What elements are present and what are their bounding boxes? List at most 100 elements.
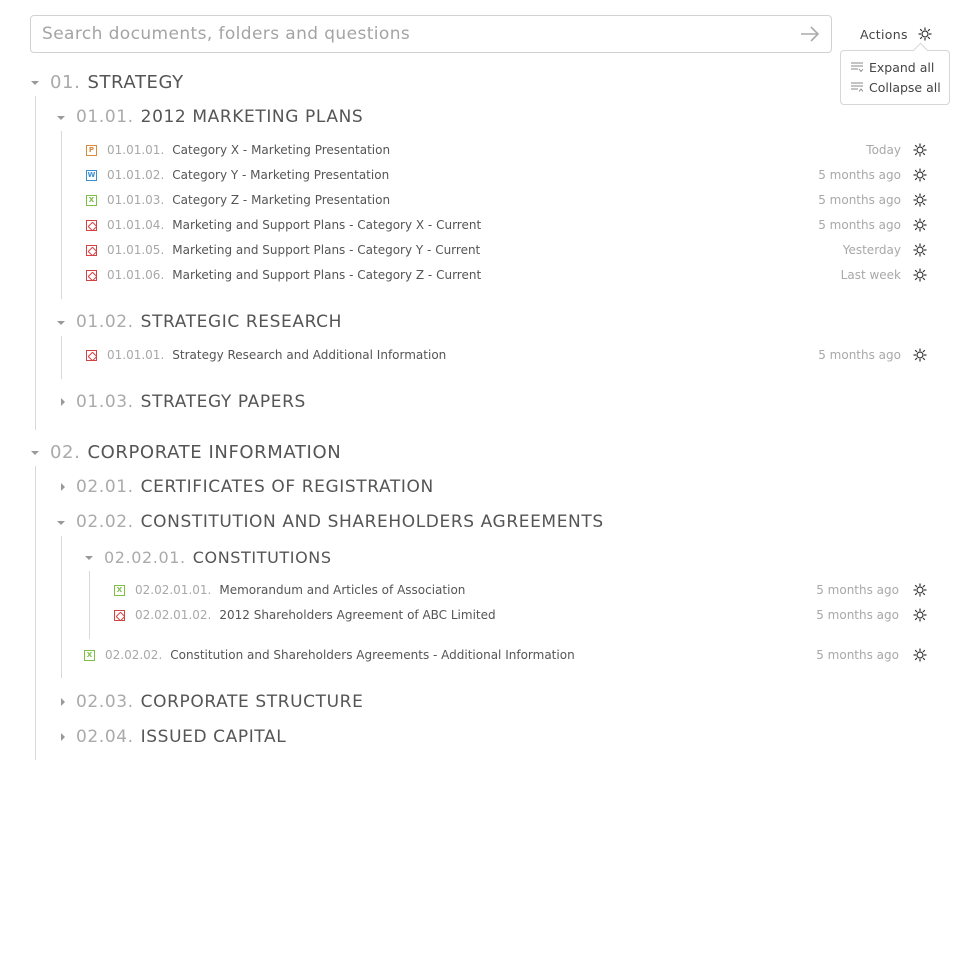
gear-icon[interactable] [913,648,927,662]
folder-number: 02.02.01. [104,548,186,567]
gear-icon[interactable] [913,348,927,362]
collapse-all-item[interactable]: Collapse all [851,78,941,96]
arrow-right-icon[interactable] [799,24,821,44]
document-date: Last week [840,268,901,282]
document-number: 01.01.02. [107,168,165,182]
toggle-expand-icon[interactable] [59,698,67,706]
tree-guide-0202 [61,536,62,678]
document-title: Memorandum and Articles of Association [219,583,466,597]
document-row[interactable]: 01.01.05. Marketing and Support Plans - C… [86,241,480,259]
toggle-collapse-icon[interactable] [31,449,39,457]
document-title: Constitution and Shareholders Agreements… [170,648,575,662]
document-date: Today [866,143,901,157]
folder-title: CORPORATE INFORMATION [87,442,342,463]
document-date: 5 months ago [816,583,899,597]
word-icon: W [86,169,97,181]
gear-icon[interactable] [913,243,927,257]
toggle-expand-icon[interactable] [59,733,67,741]
gear-icon[interactable] [913,193,927,207]
gear-icon[interactable] [913,608,927,622]
folder-title: 2012 MARKETING PLANS [140,107,364,127]
folder-heading[interactable]: 01.01. 2012 MARKETING PLANS [76,107,363,131]
folder-heading[interactable]: 02.02. CONSTITUTION AND SHAREHOLDERS AGR… [76,512,604,536]
tree-guide-02 [35,466,36,760]
document-row[interactable]: P 01.01.01. Category X - Marketing Present… [86,141,390,159]
gear-icon[interactable] [913,218,927,232]
expand-all-item[interactable]: Expand all [851,58,934,76]
gear-icon[interactable] [913,168,927,182]
folder-number: 01.03. [76,392,134,412]
excel-icon: X [114,584,125,596]
document-title: Marketing and Support Plans - Category Y… [172,243,481,257]
toggle-expand-icon[interactable] [59,483,67,491]
document-title: Strategy Research and Additional Informa… [172,348,447,362]
folder-title: CERTIFICATES OF REGISTRATION [140,477,434,497]
actions-button[interactable]: Actions [860,24,932,44]
folder-title: STRATEGY [87,72,184,93]
folder-heading[interactable]: 02.03. CORPORATE STRUCTURE [76,692,363,716]
document-date: 5 months ago [818,218,901,232]
folder-heading[interactable]: 01.02. STRATEGIC RESEARCH [76,312,342,336]
document-number: 01.01.01. [107,348,165,362]
document-row[interactable]: X 02.02.02. Constitution and Shareholders … [84,646,575,664]
gear-icon[interactable] [913,268,927,282]
toggle-collapse-icon[interactable] [57,114,65,122]
folder-title: CORPORATE STRUCTURE [140,692,364,712]
document-date: Yesterday [842,243,901,257]
toggle-collapse-icon[interactable] [31,79,39,87]
pdf-icon [86,269,97,281]
search-input[interactable] [42,16,782,52]
document-title: Category Y - Marketing Presentation [172,168,390,182]
folder-heading[interactable]: 02.04. ISSUED CAPITAL [76,727,286,751]
pdf-icon [86,349,97,361]
folder-number: 01.01. [76,107,134,127]
document-row[interactable]: X 01.01.03. Category Z - Marketing Present… [86,191,390,209]
folder-title: CONSTITUTION AND SHAREHOLDERS AGREEMENTS [140,512,604,532]
toggle-collapse-icon[interactable] [85,554,93,562]
collapse-all-label: Collapse all [869,79,941,95]
folder-heading[interactable]: 02.02.01. CONSTITUTIONS [104,548,332,570]
document-date: 5 months ago [818,348,901,362]
tree-guide-0102 [61,336,62,379]
pdf-icon [114,609,125,621]
document-number: 02.02.01.02. [135,608,212,622]
toggle-expand-icon[interactable] [59,398,67,406]
folder-title: STRATEGIC RESEARCH [140,312,342,332]
document-row[interactable]: 01.01.04. Marketing and Support Plans - C… [86,216,481,234]
document-date: 5 months ago [816,608,899,622]
folder-heading[interactable]: 01.03. STRATEGY PAPERS [76,392,306,416]
document-row[interactable]: X 02.02.01.01. Memorandum and Articles of … [114,581,465,599]
toggle-collapse-icon[interactable] [57,319,65,327]
expand-all-label: Expand all [869,59,935,75]
excel-icon: X [84,649,95,661]
folder-number: 02. [50,442,81,463]
folder-number: 02.04. [76,727,134,747]
toggle-collapse-icon[interactable] [57,519,65,527]
excel-icon: X [86,194,97,206]
document-title: Category X - Marketing Presentation [172,143,391,157]
gear-icon[interactable] [913,583,927,597]
document-row[interactable]: 02.02.01.02. 2012 Shareholders Agreement … [114,606,496,624]
document-date: 5 months ago [818,193,901,207]
folder-heading[interactable]: 02.01. CERTIFICATES OF REGISTRATION [76,477,434,501]
gear-icon[interactable] [913,143,927,157]
folder-number: 01.02. [76,312,134,332]
document-date: 5 months ago [818,168,901,182]
search-bar [30,15,832,53]
tree-guide-01 [35,96,36,430]
document-number: 01.01.05. [107,243,165,257]
folder-heading[interactable]: 02. CORPORATE INFORMATION [50,442,341,466]
document-number: 01.01.01. [107,143,165,157]
folder-heading[interactable]: 01. STRATEGY [50,72,184,96]
powerpoint-icon: P [86,144,97,156]
folder-number: 02.02. [76,512,134,532]
document-row[interactable]: 01.01.01. Strategy Research and Additiona… [86,346,446,364]
pdf-icon [86,219,97,231]
collapse-icon [851,82,863,92]
document-row[interactable]: 01.01.06. Marketing and Support Plans - C… [86,266,481,284]
actions-label: Actions [860,26,908,42]
document-row[interactable]: W 01.01.02. Category Y - Marketing Present… [86,166,389,184]
document-title: Category Z - Marketing Presentation [172,193,391,207]
document-number: 01.01.03. [107,193,165,207]
folder-title: ISSUED CAPITAL [140,727,287,747]
